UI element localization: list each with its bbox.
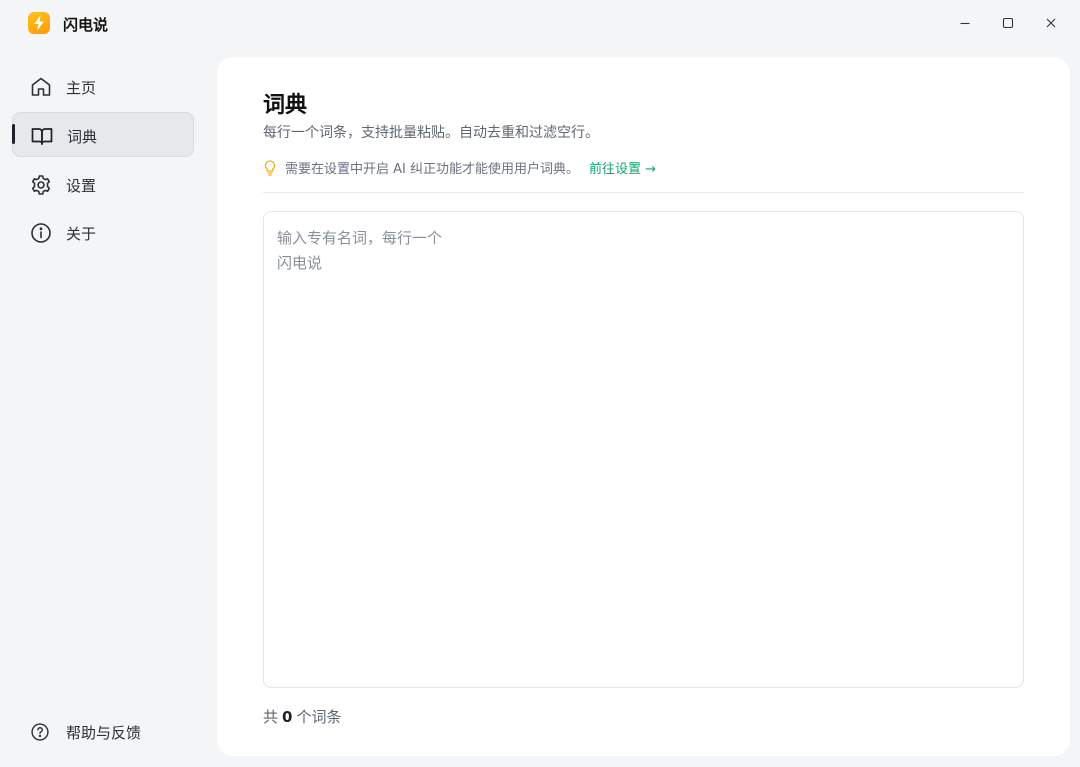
close-icon: [1046, 18, 1056, 28]
sidebar-item-dictionary[interactable]: 词典: [12, 112, 194, 157]
maximize-button[interactable]: [993, 8, 1023, 38]
dictionary-textarea[interactable]: 输入专有名词，每行一个 闪电说: [263, 211, 1024, 688]
book-icon: [31, 128, 53, 145]
hint-text: 需要在设置中开启 AI 纠正功能才能使用用户词典。: [285, 162, 579, 177]
help-icon: [31, 723, 49, 741]
sidebar: 主页 词典 设置 关于 帮助与反馈: [0, 46, 210, 767]
dictionary-panel: 词典 每行一个词条，支持批量粘贴。自动去重和过滤空行。 需要在设置中开启 AI …: [217, 57, 1070, 756]
info-icon: [31, 223, 51, 243]
lightbulb-icon: [264, 159, 276, 176]
close-button[interactable]: [1036, 8, 1066, 38]
sidebar-item-label: 设置: [66, 177, 97, 195]
title-bar: 闪电说: [0, 0, 1080, 46]
divider: [263, 192, 1024, 193]
entry-count-prefix: 共: [263, 708, 279, 726]
sidebar-item-home[interactable]: 主页: [12, 64, 194, 109]
sidebar-item-settings[interactable]: 设置: [12, 162, 194, 207]
minimize-icon: [960, 22, 970, 25]
ai-correction-hint: 需要在设置中开启 AI 纠正功能才能使用用户词典。 前往设置 →: [263, 158, 656, 177]
page-title: 词典: [263, 93, 308, 118]
help-feedback-link[interactable]: 帮助与反馈: [30, 720, 141, 744]
home-icon: [31, 77, 51, 96]
lightning-logo-icon: [28, 12, 50, 34]
help-feedback-label: 帮助与反馈: [66, 723, 142, 742]
sidebar-item-label: 词典: [67, 128, 98, 146]
sidebar-item-label: 主页: [66, 79, 97, 97]
entry-count: 共 0 个词条: [263, 706, 341, 727]
app-title: 闪电说: [63, 16, 109, 34]
entry-count-value: 0: [282, 708, 293, 726]
go-to-settings-link[interactable]: 前往设置 →: [589, 158, 656, 177]
active-indicator: [12, 124, 15, 144]
page-subtitle: 每行一个词条，支持批量粘贴。自动去重和过滤空行。: [263, 125, 599, 141]
entry-count-suffix: 个词条: [296, 708, 342, 726]
maximize-icon: [1002, 17, 1014, 29]
minimize-button[interactable]: [950, 8, 980, 38]
sidebar-item-label: 关于: [66, 225, 97, 243]
sidebar-item-about[interactable]: 关于: [12, 210, 194, 255]
app-window: 闪电说 主页 词典 设置 关于 帮助与反馈 词典 每行一个词条，支持批量粘贴。自…: [0, 0, 1080, 767]
gear-icon: [31, 175, 51, 195]
